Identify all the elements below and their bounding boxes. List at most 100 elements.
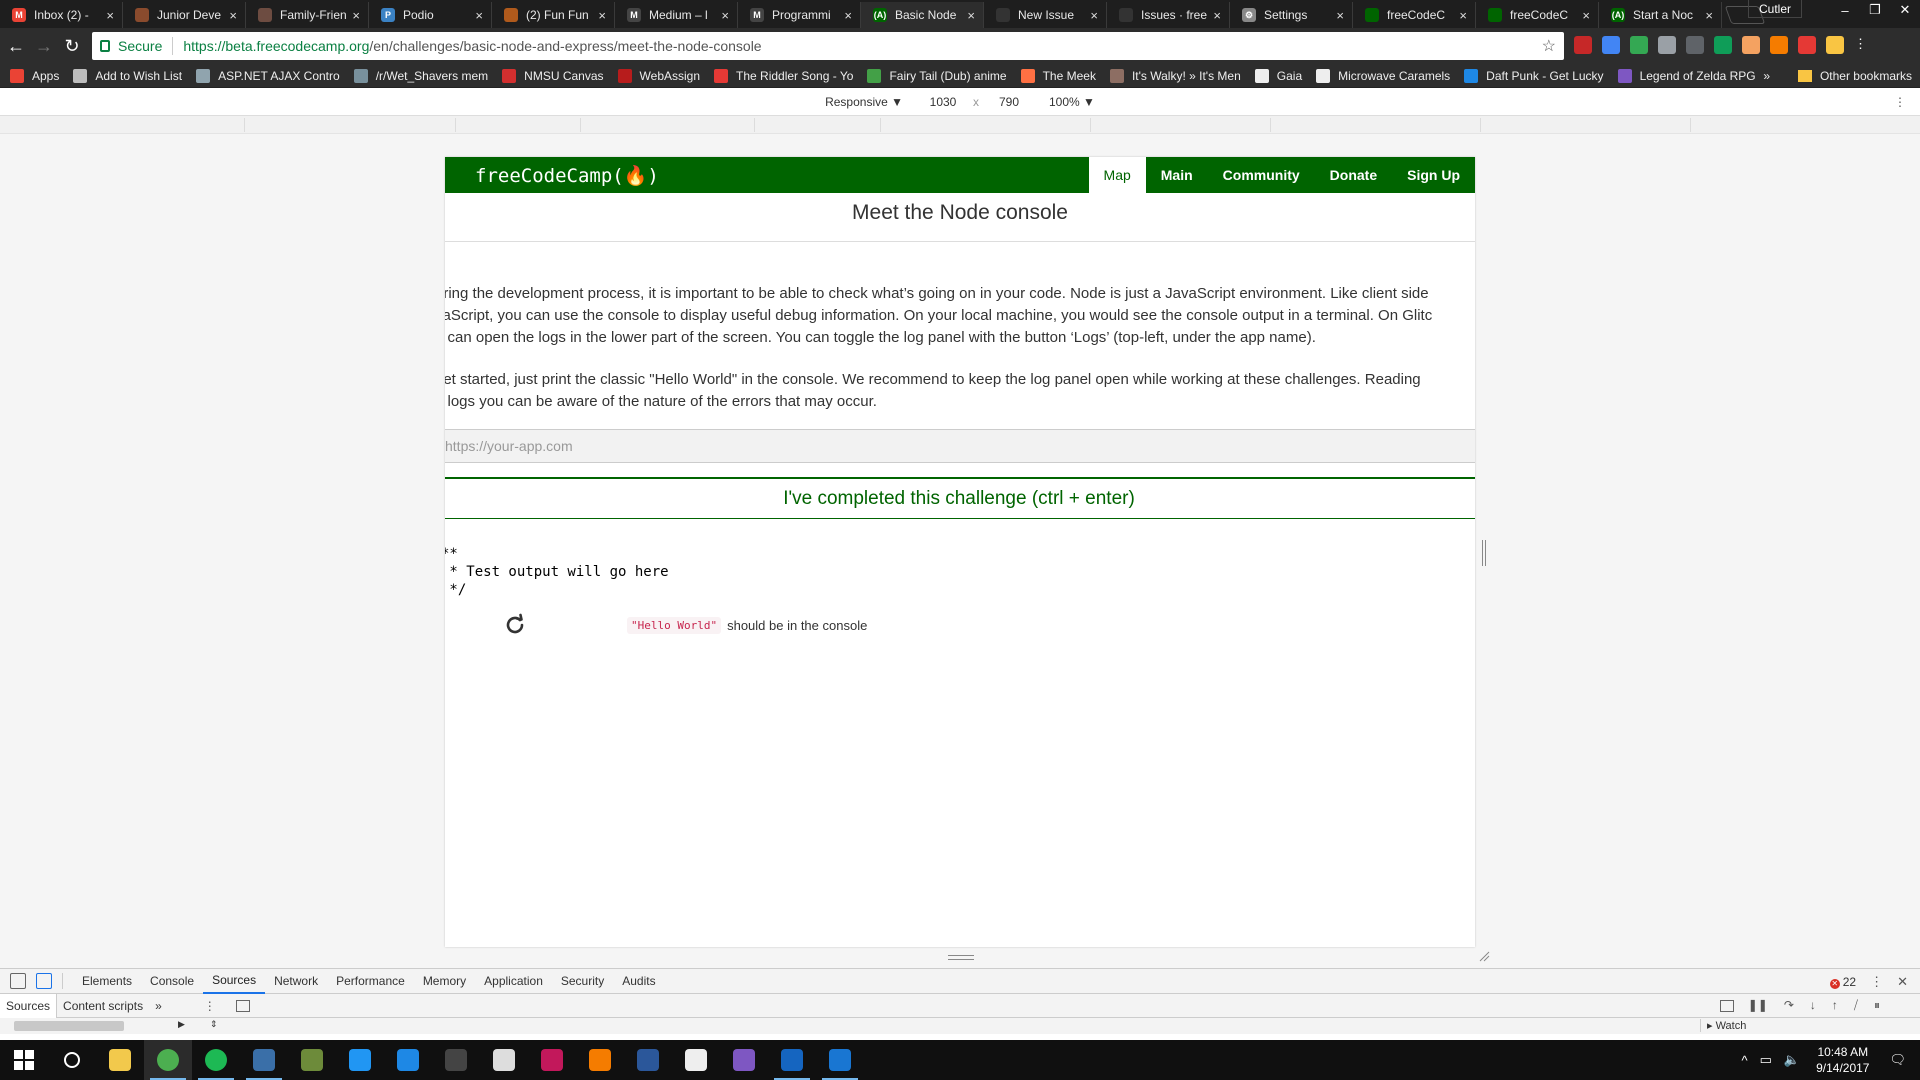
fcc-logo[interactable]: freeCodeCamp(🔥) (475, 164, 1089, 187)
devtools-tab-console[interactable]: Console (141, 968, 203, 994)
devtools-tab-memory[interactable]: Memory (414, 968, 475, 994)
complete-challenge-button[interactable]: I've completed this challenge (ctrl + en… (445, 477, 1475, 519)
tab-close-icon[interactable]: × (352, 8, 360, 23)
browser-tab[interactable]: (A) Basic Node × (861, 2, 984, 28)
resize-corner-icon[interactable] (1478, 950, 1490, 962)
devtools-tab-elements[interactable]: Elements (73, 968, 141, 994)
tray-overflow-icon[interactable]: ^ (1742, 1053, 1748, 1068)
subtab-overflow-icon[interactable]: » (149, 994, 168, 1018)
pause-on-exceptions-icon[interactable]: ⏸ (1874, 998, 1880, 1013)
browser-tab[interactable]: freeCodeC × (1353, 2, 1476, 28)
bookmark-item[interactable]: Gaia (1254, 68, 1302, 83)
fcc-nav-main[interactable]: Main (1146, 157, 1208, 193)
clock[interactable]: 10:48 AM 9/14/2017 (1816, 1044, 1869, 1076)
inspect-element-icon[interactable] (10, 973, 26, 989)
devtools-tab-audits[interactable]: Audits (613, 968, 664, 994)
taskbar-steam[interactable] (240, 1040, 288, 1080)
viewport-height-input[interactable]: 790 (989, 95, 1029, 109)
tab-close-icon[interactable]: × (721, 8, 729, 23)
tab-close-icon[interactable]: × (967, 8, 975, 23)
lock-icon[interactable] (100, 40, 110, 52)
extension-icon[interactable] (1798, 36, 1816, 54)
horizontal-scrollbar[interactable] (14, 1021, 124, 1031)
browser-tab[interactable]: ⚙ Settings × (1230, 2, 1353, 28)
taskbar-cortana[interactable] (48, 1040, 96, 1080)
bookmark-item[interactable]: Apps (10, 68, 59, 83)
watch-section[interactable]: ▸ Watch (1700, 1019, 1746, 1032)
extension-icon[interactable] (1770, 36, 1788, 54)
taskbar-spotify[interactable] (192, 1040, 240, 1080)
bookmark-item[interactable]: Microwave Caramels (1316, 68, 1450, 83)
devtools-menu-icon[interactable]: ⋮ (1870, 974, 1883, 990)
sources-subtab-sources[interactable]: Sources (0, 993, 58, 1018)
bookmark-item[interactable]: WebAssign (617, 68, 700, 83)
viewport-width-input[interactable]: 1030 (923, 95, 963, 109)
bookmark-item[interactable]: The Meek (1020, 68, 1096, 83)
devtools-close-icon[interactable]: ✕ (1897, 974, 1908, 990)
browser-tab[interactable]: P Podio × (369, 2, 492, 28)
reload-icon[interactable]: ↻ (60, 34, 84, 58)
devtools-tab-sources[interactable]: Sources (203, 968, 266, 994)
devtools-tab-network[interactable]: Network (265, 968, 327, 994)
minimize-icon[interactable]: – (1830, 0, 1860, 20)
fcc-nav-donate[interactable]: Donate (1315, 157, 1392, 193)
media-query-ruler[interactable] (0, 116, 1920, 134)
bookmark-item[interactable]: NMSU Canvas (502, 68, 604, 83)
browser-tab[interactable]: M Medium – l × (615, 2, 738, 28)
taskbar-chrome[interactable] (144, 1040, 192, 1080)
browser-tab[interactable]: Family-Frien × (246, 2, 369, 28)
volume-icon[interactable]: 🔈 (1784, 1052, 1800, 1068)
bookmark-item[interactable]: Fairy Tail (Dub) anime (867, 68, 1007, 83)
scroll-toggle-icon[interactable]: ⇕ (210, 1019, 218, 1030)
resize-handle-right[interactable] (1482, 540, 1486, 566)
scroll-right-icon[interactable]: ▶ (178, 1019, 185, 1030)
bookmark-item[interactable]: The Riddler Song - Yo (714, 68, 853, 83)
sources-subtab-content-scripts[interactable]: Content scripts (57, 994, 149, 1018)
browser-tab[interactable]: (A) Start a Noc × (1599, 2, 1722, 28)
tab-close-icon[interactable]: × (598, 8, 606, 23)
fcc-nav-community[interactable]: Community (1208, 157, 1315, 193)
address-bar[interactable]: Secure https://beta.freecodecamp.org/en/… (92, 32, 1564, 60)
tab-close-icon[interactable]: × (1459, 8, 1467, 23)
tab-close-icon[interactable]: × (475, 8, 483, 23)
browser-tab[interactable]: Issues · free × (1107, 2, 1230, 28)
taskbar-start[interactable] (0, 1040, 48, 1080)
bookmark-item[interactable]: ASP.NET AJAX Contro (196, 68, 340, 83)
browser-tab[interactable]: (2) Fun Fun × (492, 2, 615, 28)
taskbar-blender[interactable] (576, 1040, 624, 1080)
tab-close-icon[interactable]: × (1336, 8, 1344, 23)
tab-close-icon[interactable]: × (1090, 8, 1098, 23)
taskbar-dolphin[interactable] (336, 1040, 384, 1080)
other-bookmarks[interactable]: Other bookmarks (1797, 69, 1912, 83)
bookmark-star-icon[interactable]: ☆ (1542, 36, 1556, 56)
bookmark-item[interactable]: Add to Wish List (73, 68, 182, 83)
extension-icon[interactable] (1714, 36, 1732, 54)
tab-close-icon[interactable]: × (1582, 8, 1590, 23)
taskbar-powershell[interactable] (768, 1040, 816, 1080)
taskbar-intellij[interactable] (528, 1040, 576, 1080)
devtools-tab-security[interactable]: Security (552, 968, 613, 994)
tab-close-icon[interactable]: × (229, 8, 237, 23)
device-toggle-icon[interactable] (36, 973, 52, 989)
extension-icon[interactable] (1658, 36, 1676, 54)
extension-icon[interactable] (1574, 36, 1592, 54)
browser-tab[interactable]: Junior Deve × (123, 2, 246, 28)
bookmark-item[interactable]: /r/Wet_Shavers mem (353, 68, 488, 83)
deactivate-breakpoints-icon[interactable]: ⧸ (1854, 998, 1858, 1013)
taskbar-edge[interactable] (384, 1040, 432, 1080)
zoom-select[interactable]: 100% ▼ (1049, 95, 1095, 109)
devtools-tab-application[interactable]: Application (475, 968, 552, 994)
browser-tab[interactable]: M Programmi × (738, 2, 861, 28)
solution-url-input[interactable] (445, 429, 1475, 463)
fcc-nav-sign-up[interactable]: Sign Up (1392, 157, 1475, 193)
taskbar-terminal[interactable] (432, 1040, 480, 1080)
browser-tab[interactable]: M Inbox (2) - × (0, 2, 123, 28)
toggle-navigator-icon[interactable] (235, 999, 250, 1012)
taskbar-overwatch[interactable] (480, 1040, 528, 1080)
step-into-icon[interactable]: ↓ (1810, 998, 1816, 1013)
profile-button[interactable]: Cutler (1747, 0, 1802, 18)
taskbar-visual-studio[interactable] (720, 1040, 768, 1080)
step-out-icon[interactable]: ↑ (1832, 998, 1838, 1013)
extension-icon[interactable] (1742, 36, 1760, 54)
tab-close-icon[interactable]: × (1213, 8, 1221, 23)
